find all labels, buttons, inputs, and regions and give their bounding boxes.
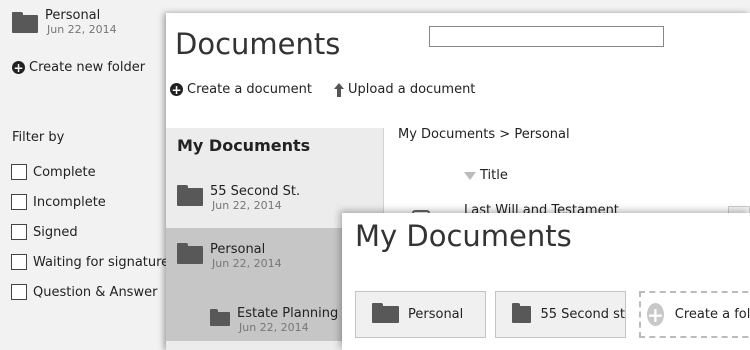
folder-date: Jun 22, 2014 [47, 23, 117, 36]
folder-tile-personal[interactable]: Personal [355, 291, 486, 338]
my-documents-title: My Documents [355, 219, 572, 253]
create-document-label: Create a document [187, 82, 313, 97]
filter-label: Waiting for signature [33, 254, 170, 270]
folder-icon [177, 185, 203, 206]
search-input[interactable] [429, 26, 664, 47]
tree-item-date: Jun 22, 2014 [212, 257, 282, 270]
create-new-folder-link[interactable]: + Create new folder [12, 60, 145, 75]
folder-icon [12, 12, 38, 33]
checkbox[interactable] [11, 194, 27, 210]
folder-tile-label: Personal [408, 307, 464, 322]
create-folder-tile[interactable]: + Create a folder [639, 291, 750, 338]
filter-signed[interactable]: Signed [11, 217, 169, 247]
page-title: Documents [175, 27, 341, 61]
tree-item-name: 55 Second St. [210, 184, 301, 199]
filter-list: Complete Incomplete Signed Waiting for s… [11, 157, 169, 307]
document-actions: + Create a document Upload a document [170, 82, 497, 97]
filter-waiting-for-signature[interactable]: Waiting for signature [11, 247, 169, 277]
upload-arrow-icon [334, 82, 345, 97]
folder-icon [177, 243, 203, 264]
checkbox[interactable] [11, 254, 27, 270]
tree-item-55-second-st[interactable]: 55 Second St. Jun 22, 2014 [166, 184, 384, 212]
upload-document-label: Upload a document [348, 82, 476, 97]
plus-circle-icon: + [647, 302, 664, 327]
title-column-header[interactable]: Title [464, 168, 508, 183]
filter-incomplete[interactable]: Incomplete [11, 187, 169, 217]
sidebar-folder-personal[interactable]: Personal Jun 22, 2014 [12, 8, 117, 36]
folder-icon [210, 309, 230, 326]
folder-icon [512, 303, 532, 323]
folder-tile-55-second-st[interactable]: 55 Second st [495, 291, 626, 338]
sort-descending-icon [464, 171, 476, 180]
tree-item-date: Jun 22, 2014 [212, 199, 282, 212]
create-folder-label: Create a folder [674, 307, 750, 322]
filter-label: Question & Answer [33, 284, 158, 300]
filter-complete[interactable]: Complete [11, 157, 169, 187]
filter-label: Signed [33, 224, 78, 240]
title-column-label: Title [480, 168, 508, 183]
folder-name: Personal [45, 8, 101, 23]
folder-tile-label: 55 Second st [540, 307, 625, 322]
checkbox[interactable] [11, 224, 27, 240]
filter-question-answer[interactable]: Question & Answer [11, 277, 169, 307]
checkbox[interactable] [11, 284, 27, 300]
create-new-folder-label: Create new folder [29, 60, 146, 75]
checkbox[interactable] [11, 164, 27, 180]
breadcrumb[interactable]: My Documents > Personal [398, 127, 570, 142]
filter-by-heading: Filter by [12, 130, 65, 145]
my-documents-panel: My Documents Personal 55 Second st + Cre… [342, 213, 750, 350]
tree-title: My Documents [177, 136, 311, 155]
tree-item-name: Personal [210, 242, 266, 257]
tree-item-date: Jun 22, 2014 [239, 321, 309, 334]
upload-document-button[interactable]: Upload a document [334, 82, 475, 97]
folder-icon [372, 303, 399, 323]
filter-label: Incomplete [33, 194, 106, 210]
plus-circle-icon: + [170, 82, 183, 97]
filter-label: Complete [33, 164, 96, 180]
tree-item-name: Estate Planning [237, 306, 339, 321]
create-document-button[interactable]: + Create a document [170, 82, 312, 97]
plus-circle-icon: + [12, 60, 25, 75]
